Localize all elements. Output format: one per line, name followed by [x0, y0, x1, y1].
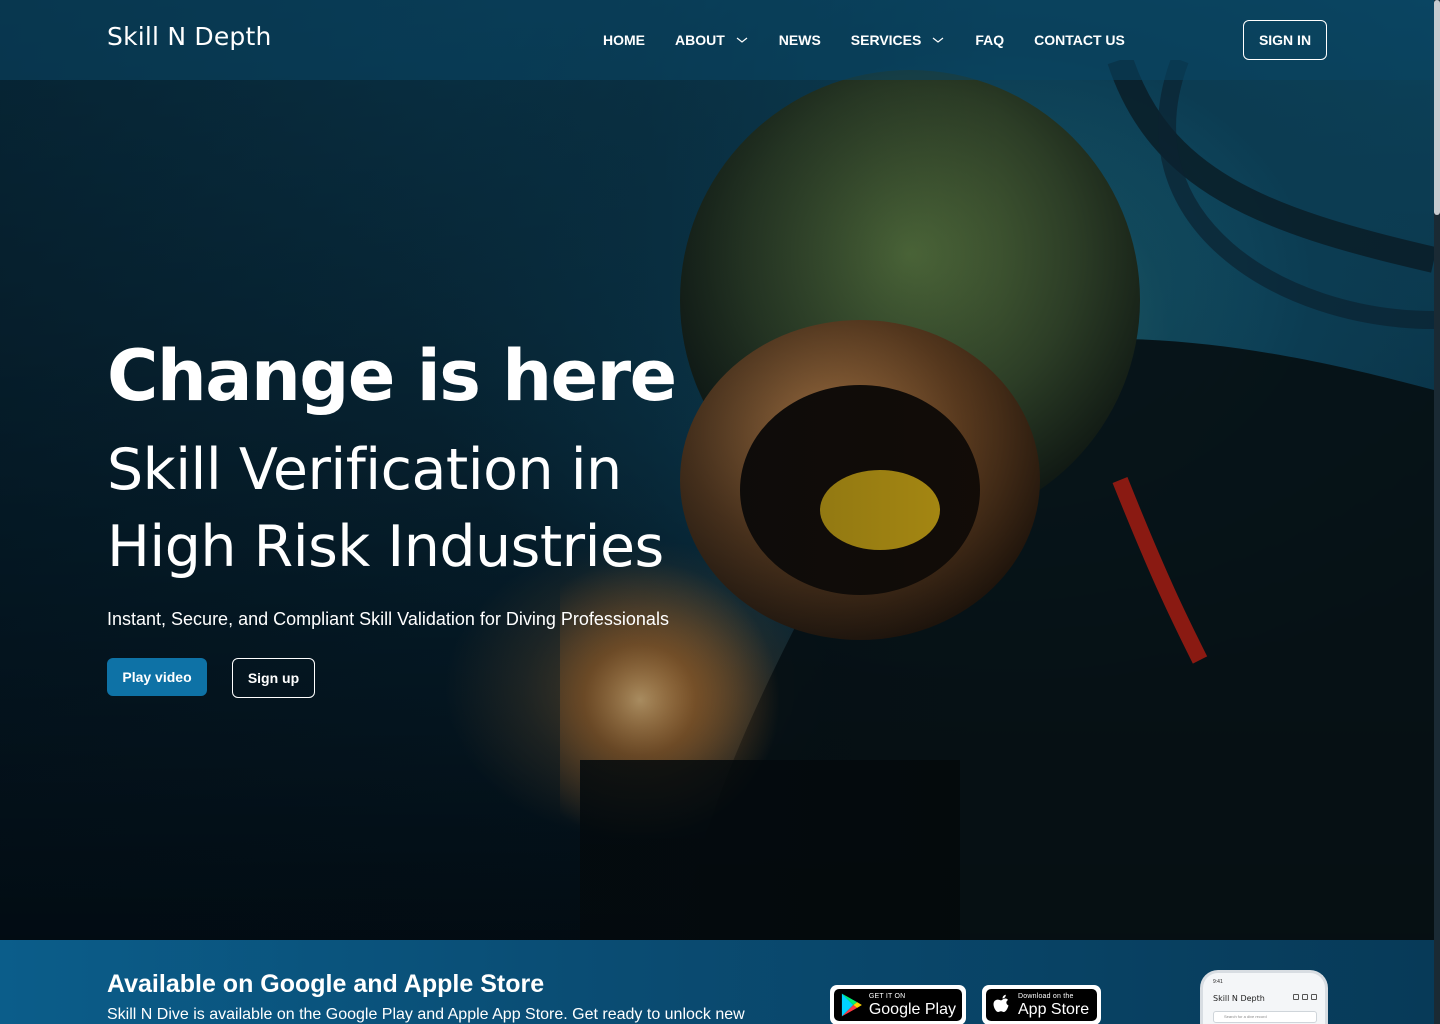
phone-status-time: 9:41 — [1213, 979, 1223, 985]
phone-search-input: Search for a dive record — [1213, 1011, 1317, 1023]
hero-headline: Change is here — [107, 335, 677, 417]
page-scrollbar[interactable] — [1434, 0, 1440, 1024]
nav-item-label: SERVICES — [850, 32, 922, 48]
navbar: Skill N Depth HOME ABOUT NEWS SERVICES F… — [0, 0, 1434, 80]
nav-menu: HOME ABOUT NEWS SERVICES FAQ CONTACT US — [603, 30, 1155, 50]
app-store-badge-inner: Download on the App Store — [986, 989, 1097, 1021]
phone-toolbar-icons — [1293, 994, 1317, 1000]
phone-menu-icon — [1311, 994, 1317, 1000]
sign-up-button[interactable]: Sign up — [232, 658, 315, 698]
nav-item-label: FAQ — [975, 32, 1005, 48]
banner-description: Skill N Dive is available on the Google … — [107, 1006, 745, 1023]
nav-item-label: NEWS — [778, 32, 821, 48]
google-play-icon — [841, 993, 862, 1017]
nav-item-contact[interactable]: CONTACT US — [1034, 30, 1125, 50]
banner-title: Available on Google and Apple Store — [107, 970, 545, 998]
google-play-text: GET IT ON Google Play — [869, 993, 956, 1018]
app-store-badge[interactable]: Download on the App Store — [982, 985, 1101, 1024]
google-play-large-text: Google Play — [868, 1000, 956, 1018]
nav-item-faq[interactable]: FAQ — [975, 30, 1004, 50]
nav-item-label: CONTACT US — [1034, 32, 1125, 48]
google-play-badge-inner: GET IT ON Google Play — [834, 989, 962, 1021]
sign-in-button[interactable]: SIGN IN — [1243, 20, 1327, 60]
play-video-button[interactable]: Play video — [107, 658, 207, 696]
nav-item-label: HOME — [603, 32, 645, 48]
hero-tagline: Instant, Secure, and Compliant Skill Val… — [107, 609, 669, 629]
hero-actions: Play video Sign up — [107, 658, 315, 698]
app-store-large-text: App Store — [1018, 1000, 1090, 1018]
app-store-small-text: Download on the — [1018, 992, 1074, 1000]
brand-logo[interactable]: Skill N Depth — [107, 22, 272, 51]
nav-item-services[interactable]: SERVICES — [851, 30, 946, 50]
phone-app-name: Skill N Depth — [1213, 994, 1265, 1003]
nav-item-label: ABOUT — [675, 32, 725, 48]
google-play-badge[interactable]: GET IT ON Google Play — [830, 985, 966, 1024]
chevron-down-icon — [932, 37, 944, 43]
phone-mockup: 9:41 Skill N Depth Search for a dive rec… — [1200, 970, 1328, 1024]
apple-icon — [993, 994, 1009, 1012]
phone-search-icon — [1293, 994, 1299, 1000]
phone-settings-icon — [1302, 994, 1308, 1000]
google-play-small-text: GET IT ON — [868, 992, 906, 1000]
nav-item-about[interactable]: ABOUT — [675, 30, 749, 50]
chevron-down-icon — [736, 37, 748, 43]
hero-subtitle: Skill Verification in High Risk Industri… — [107, 437, 664, 580]
nav-item-news[interactable]: NEWS — [779, 30, 821, 50]
nav-item-home[interactable]: HOME — [603, 30, 645, 50]
scrollbar-thumb[interactable] — [1434, 0, 1440, 215]
app-store-text: Download on the App Store — [1018, 993, 1089, 1018]
